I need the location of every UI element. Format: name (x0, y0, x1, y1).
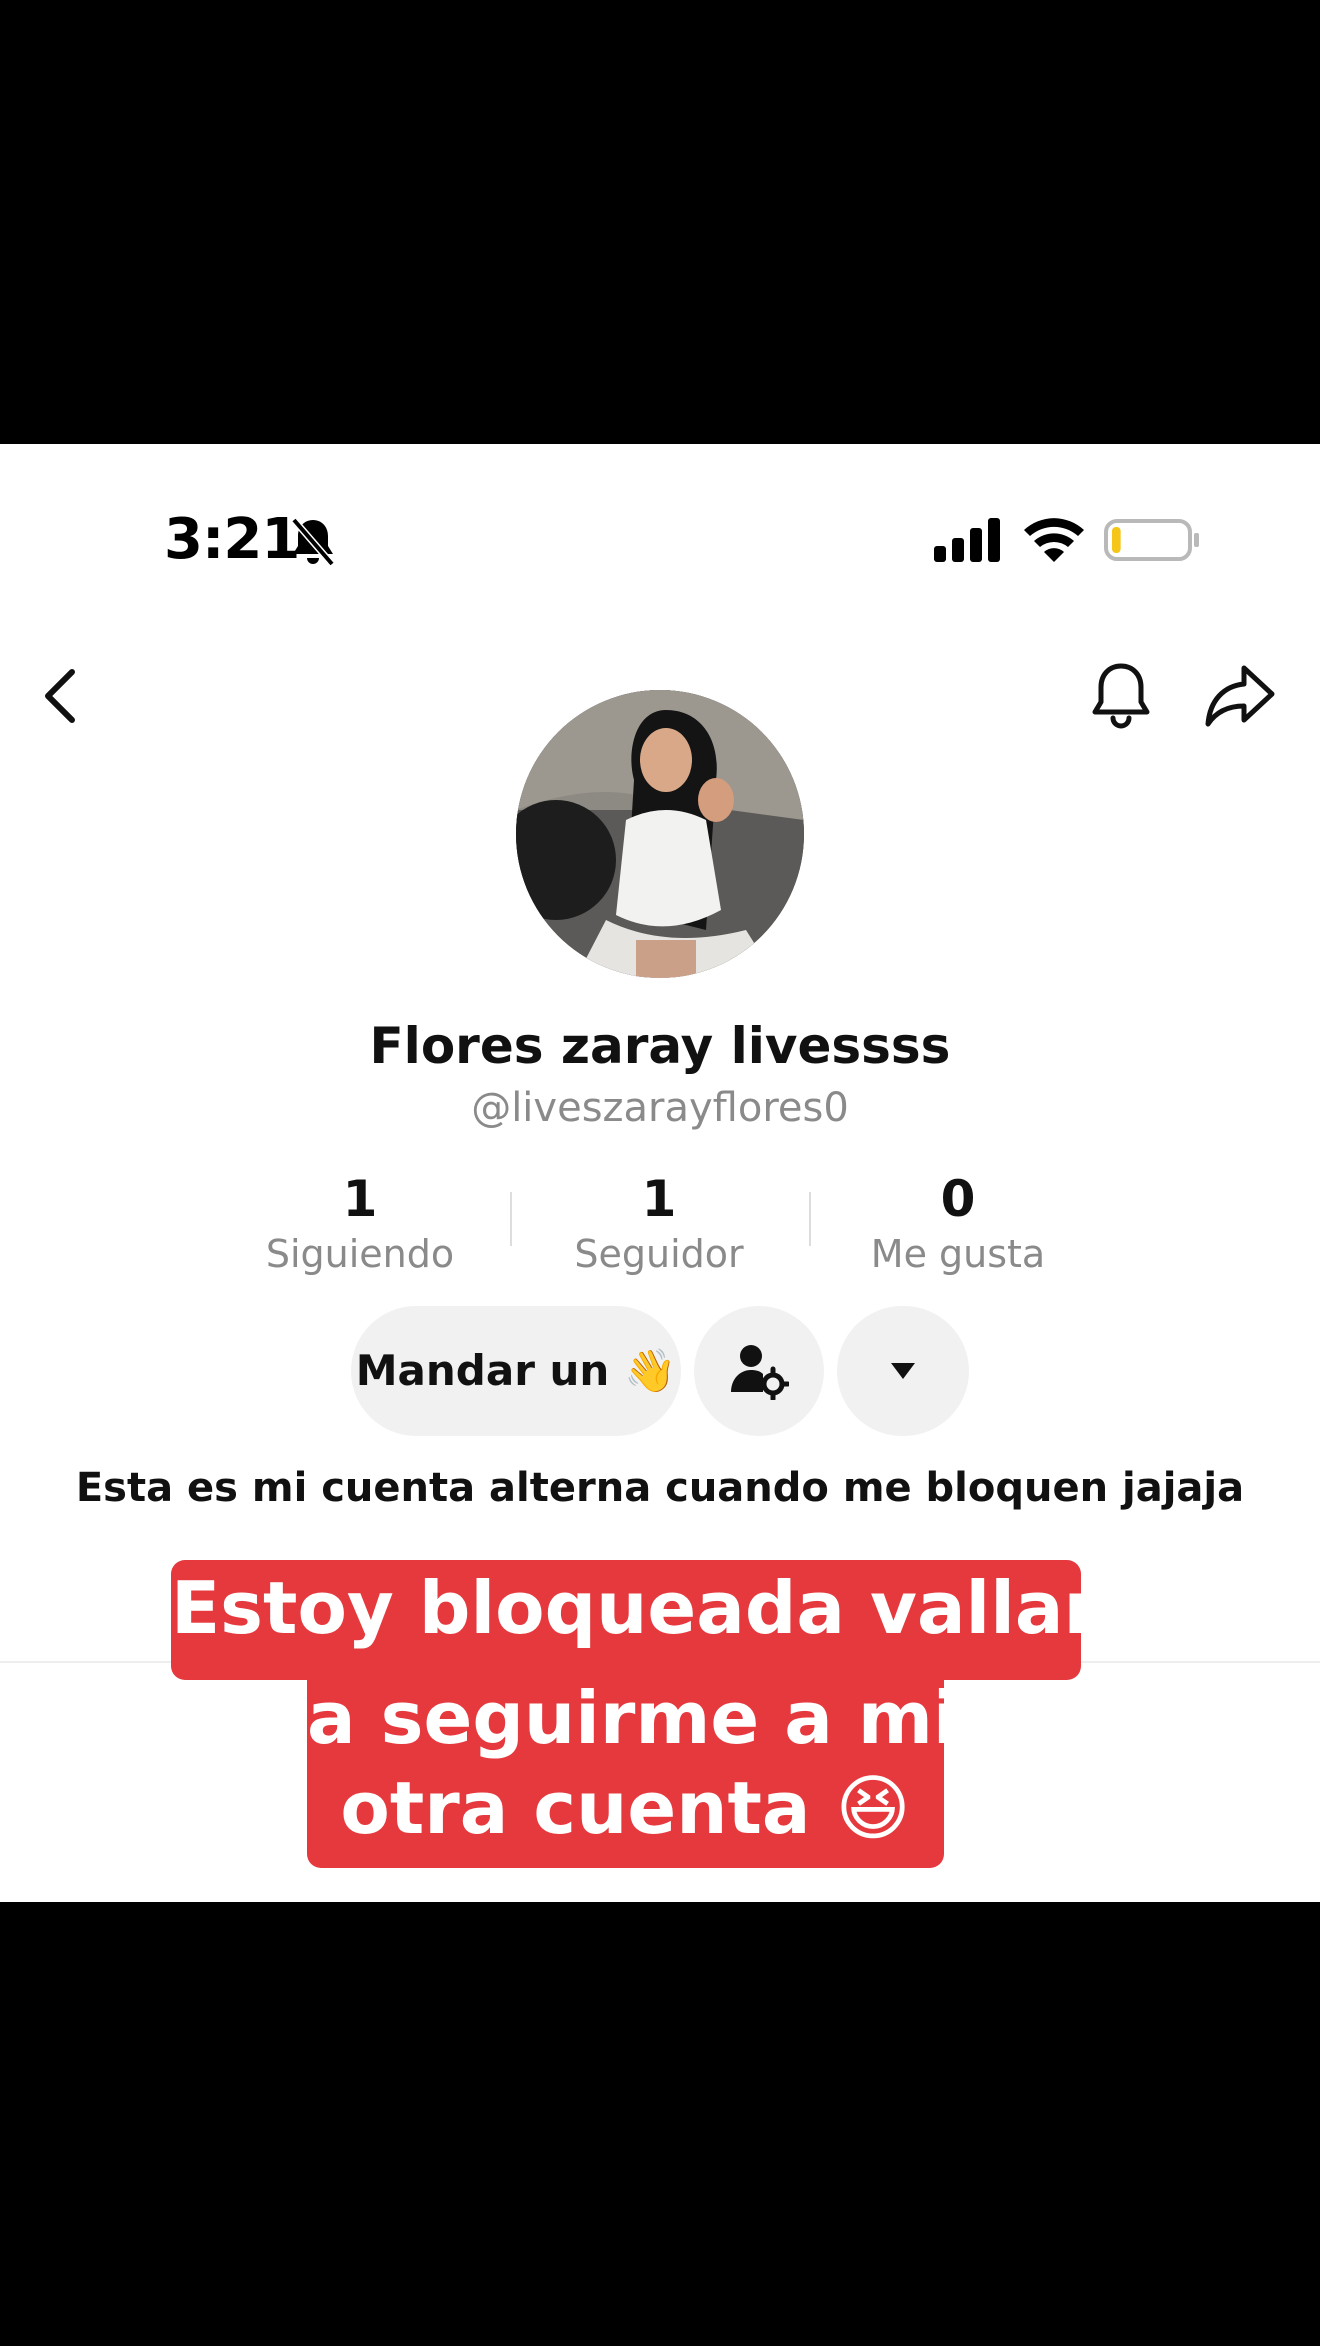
notification-bell-icon[interactable] (1088, 660, 1154, 730)
back-arrow-icon[interactable] (38, 664, 84, 728)
likes-stat[interactable]: 0 Me gusta (808, 1168, 1108, 1278)
display-name: Flores zaray livessss (369, 1017, 951, 1075)
followers-count: 1 (641, 1170, 677, 1228)
profile-bio: Esta es mi cuenta alterna cuando me bloq… (75, 1465, 1245, 1511)
username: @liveszarayflores0 (471, 1085, 849, 1131)
caption-line-3: otra cuenta 😆 (307, 1760, 944, 1868)
user-settings-icon (731, 1345, 789, 1400)
friend-settings-button[interactable] (694, 1306, 824, 1436)
status-time: 3:21 (164, 507, 300, 572)
likes-count: 0 (940, 1170, 976, 1228)
cellular-signal-icon (934, 518, 1000, 562)
wifi-icon (1024, 518, 1084, 562)
caption-line-1: Estoy bloqueada vallan (171, 1560, 1115, 1680)
silent-mode-icon (291, 517, 335, 567)
followers-stat[interactable]: 1 Seguidor (509, 1168, 809, 1278)
followers-label: Seguidor (574, 1232, 744, 1276)
following-count: 1 (342, 1170, 378, 1228)
send-wave-button[interactable]: Mandar un 👋 (351, 1306, 681, 1436)
send-wave-label: Mandar un 👋 (355, 1346, 677, 1395)
caption-line-2: a seguirme a mi (307, 1668, 958, 1768)
following-stat[interactable]: 1 Siguiendo (210, 1168, 510, 1278)
share-arrow-icon[interactable] (1204, 662, 1276, 728)
following-label: Siguiendo (265, 1232, 455, 1276)
profile-avatar (516, 690, 804, 978)
battery-icon (1104, 519, 1199, 561)
likes-label: Me gusta (870, 1232, 1046, 1276)
more-options-button[interactable] (837, 1306, 969, 1436)
dropdown-arrow-icon (891, 1363, 915, 1379)
